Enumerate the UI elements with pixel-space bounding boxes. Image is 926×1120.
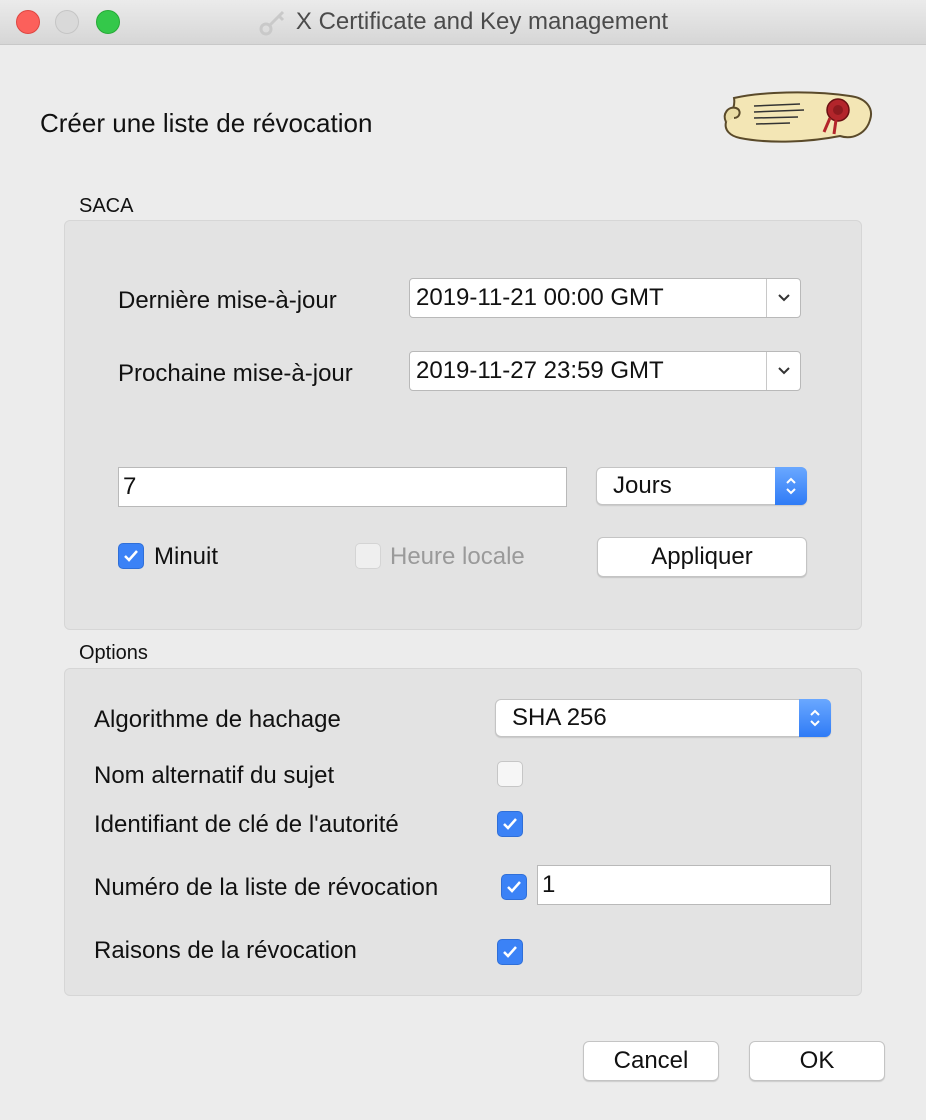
- last-update-combo[interactable]: 2019-11-21 00:00 GMT: [409, 278, 801, 318]
- apply-button[interactable]: Appliquer: [597, 537, 807, 577]
- hash-algorithm-select[interactable]: SHA 256: [495, 698, 831, 737]
- interval-input[interactable]: 7: [118, 467, 567, 507]
- revocation-reasons-checkbox[interactable]: [497, 939, 523, 965]
- last-update-label: Dernière mise-à-jour: [118, 287, 337, 314]
- authority-key-id-label: Identifiant de clé de l'autorité: [94, 811, 399, 838]
- interval-unit-select[interactable]: Jours: [596, 466, 807, 505]
- checkmark-icon: [503, 946, 517, 958]
- crl-number-input[interactable]: 1: [537, 865, 831, 905]
- crl-number-checkbox[interactable]: [501, 874, 527, 900]
- chevron-down-icon[interactable]: [766, 352, 800, 390]
- dialog-heading: Créer une liste de révocation: [40, 108, 373, 138]
- key-app-icon: [259, 10, 284, 36]
- title-bar: X Certificate and Key management: [0, 0, 926, 45]
- ok-button[interactable]: OK: [749, 1041, 885, 1081]
- last-update-value[interactable]: 2019-11-21 00:00 GMT: [410, 284, 766, 312]
- cancel-button[interactable]: Cancel: [583, 1041, 719, 1081]
- hash-algorithm-value[interactable]: SHA 256: [496, 704, 799, 732]
- updown-arrows-icon[interactable]: [775, 466, 807, 505]
- hash-algorithm-label: Algorithme de hachage: [94, 706, 341, 733]
- subject-alt-name-checkbox[interactable]: [497, 761, 523, 787]
- checkmark-icon: [124, 550, 138, 562]
- title-wrap: X Certificate and Key management: [0, 0, 926, 44]
- revocation-scroll-icon: [723, 91, 872, 143]
- revocation-reasons-label: Raisons de la révocation: [94, 937, 357, 964]
- checkmark-icon: [503, 818, 517, 830]
- updown-arrows-icon[interactable]: [799, 698, 831, 737]
- crl-number-label: Numéro de la liste de révocation: [94, 874, 439, 901]
- checkmark-icon: [507, 881, 521, 893]
- chevron-down-icon[interactable]: [766, 279, 800, 317]
- window-title: X Certificate and Key management: [295, 8, 669, 35]
- interval-unit-value[interactable]: Jours: [597, 472, 775, 500]
- local-time-label[interactable]: Heure locale: [390, 543, 525, 571]
- next-update-label: Prochaine mise-à-jour: [118, 360, 353, 387]
- midnight-label[interactable]: Minuit: [154, 543, 218, 571]
- authority-key-id-checkbox[interactable]: [497, 811, 523, 837]
- dialog-window: X Certificate and Key management Créer u…: [0, 0, 926, 1120]
- local-time-checkbox[interactable]: [355, 543, 381, 569]
- subject-alt-name-label: Nom alternatif du sujet: [94, 762, 335, 789]
- midnight-checkbox[interactable]: [118, 543, 144, 569]
- saca-group-label: SACA: [79, 195, 134, 217]
- next-update-value[interactable]: 2019-11-27 23:59 GMT: [410, 357, 766, 385]
- options-group-label: Options: [79, 642, 148, 664]
- next-update-combo[interactable]: 2019-11-27 23:59 GMT: [409, 351, 801, 391]
